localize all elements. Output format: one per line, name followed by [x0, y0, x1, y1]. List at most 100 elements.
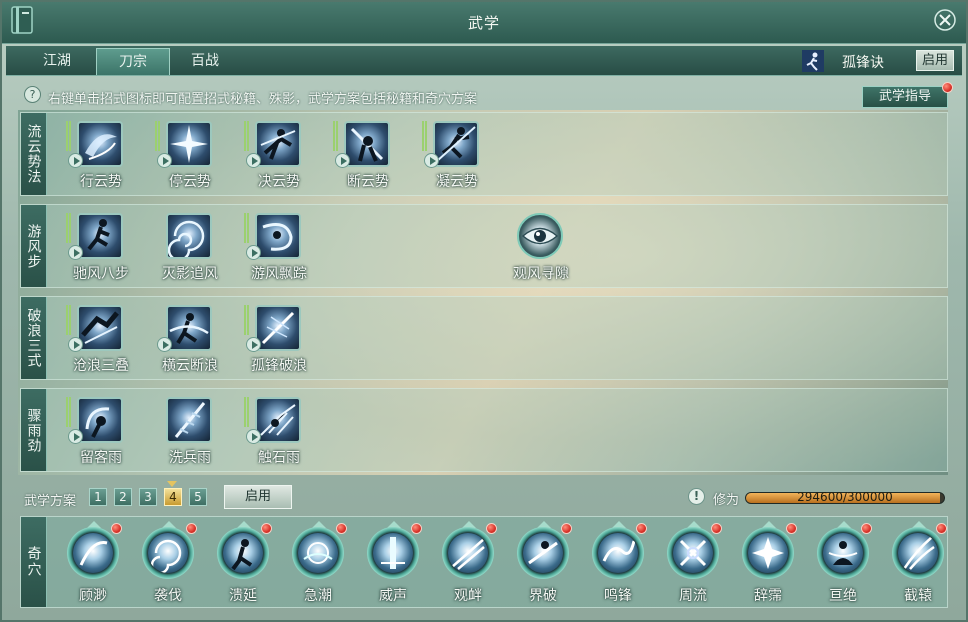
skill-xingyunshi[interactable]: 行云势: [65, 119, 137, 193]
skill-gufengpolang[interactable]: 孤锋破浪: [243, 303, 315, 377]
play-icon[interactable]: [424, 153, 439, 168]
charge-bars: [244, 305, 252, 335]
talent-slot[interactable]: 溃延: [213, 521, 277, 605]
play-icon[interactable]: [335, 153, 350, 168]
talent-slot[interactable]: 袭伐: [138, 521, 202, 605]
skill-chifengbabu[interactable]: 驰风八步: [65, 211, 137, 285]
skill-canglangsandie[interactable]: 沧浪三叠: [65, 303, 137, 377]
talent-slot[interactable]: 截辕: [888, 521, 952, 605]
talent-slot[interactable]: 鸣锋: [588, 521, 652, 605]
notification-dot-icon: [786, 523, 797, 534]
notification-dot-icon: [942, 82, 953, 93]
skill-jueyunshi[interactable]: 决云势: [243, 119, 315, 193]
scheme-button-5[interactable]: 5: [189, 488, 207, 506]
talent-name: 威声: [379, 588, 407, 604]
scheme-button-3[interactable]: 3: [139, 488, 157, 506]
notification-dot-icon: [711, 523, 722, 534]
burst-strike-icon: [166, 121, 212, 167]
hint-text: 右键单击招式图标即可配置招式秘籍、殊影，武学方案包括秘籍和奇穴方案: [48, 92, 478, 107]
play-icon[interactable]: [68, 153, 83, 168]
info-icon[interactable]: !: [688, 488, 705, 505]
talent-name: 周流: [679, 588, 707, 604]
notification-dot-icon: [936, 523, 947, 534]
notification-dot-icon: [186, 523, 197, 534]
style-enable-button[interactable]: 启用: [916, 50, 954, 71]
tab-jianghu[interactable]: 江湖: [20, 48, 94, 75]
charge-bars: [244, 121, 252, 151]
talent-slot[interactable]: 观衅: [438, 521, 502, 605]
talent-slot[interactable]: 威声: [363, 521, 427, 605]
skill-row-liuyun: 流云势法 行云势 停云势 决云势 断云势 凝云势: [20, 112, 948, 196]
question-icon[interactable]: ?: [24, 86, 41, 103]
talent-slot[interactable]: 急潮: [288, 521, 352, 605]
martial-guide-button[interactable]: 武学指导: [862, 86, 948, 108]
eye-icon: [517, 213, 563, 259]
play-icon[interactable]: [246, 245, 261, 260]
title-bar[interactable]: 武学: [2, 2, 966, 44]
scheme-button-4[interactable]: 4: [164, 488, 182, 506]
talent-name: 顾渺: [79, 588, 107, 604]
triple-wave-icon: [77, 305, 123, 351]
row-label: 骤雨劲: [21, 389, 47, 471]
talent-slot[interactable]: 辞霈: [738, 521, 802, 605]
spiral-icon: [148, 533, 188, 573]
scheme-button-1[interactable]: 1: [89, 488, 107, 506]
scheme-selected-marker: [167, 481, 177, 487]
skill-row-polang: 破浪三式 沧浪三叠 横云断浪 孤锋破浪: [20, 296, 948, 380]
tab-baizhan[interactable]: 百战: [168, 48, 242, 75]
storm-icon: [748, 533, 788, 573]
talent-slot[interactable]: 亘绝: [813, 521, 877, 605]
skill-name: 停云势: [169, 174, 211, 190]
skill-name: 断云势: [347, 174, 389, 190]
talent-name: 截辕: [904, 588, 932, 604]
skill-liukeyu[interactable]: 留客雨: [65, 395, 137, 469]
dash-strike-icon: [255, 121, 301, 167]
skill-hengyunduanlang[interactable]: 横云断浪: [154, 303, 226, 377]
talent-name: 辞霈: [754, 588, 782, 604]
crossed-blades-icon: [673, 533, 713, 573]
skill-xibingyu[interactable]: 洗兵雨: [154, 395, 226, 469]
play-icon[interactable]: [68, 429, 83, 444]
talent-name: 观衅: [454, 588, 482, 604]
skill-ningyunshi[interactable]: 凝云势: [421, 119, 493, 193]
play-icon[interactable]: [246, 153, 261, 168]
scheme-enable-button[interactable]: 启用: [224, 485, 292, 509]
skill-name: 洗兵雨: [169, 450, 211, 466]
close-icon[interactable]: [934, 9, 956, 31]
talent-name: 界破: [529, 588, 557, 604]
notification-dot-icon: [861, 523, 872, 534]
skill-guanfengxunxi[interactable]: 观风寻隙: [505, 211, 577, 285]
play-icon[interactable]: [68, 337, 83, 352]
skill-mieyingzhuifeng[interactable]: 灭影追风: [154, 211, 226, 285]
play-icon[interactable]: [157, 337, 172, 352]
skill-tingyunshi[interactable]: 停云势: [154, 119, 226, 193]
talent-slot[interactable]: 界破: [513, 521, 577, 605]
tab-daozong[interactable]: 刀宗: [96, 48, 170, 75]
play-icon[interactable]: [246, 429, 261, 444]
notification-dot-icon: [636, 523, 647, 534]
talent-slot[interactable]: 周流: [663, 521, 727, 605]
window-title: 武学: [467, 14, 500, 32]
notification-dot-icon: [486, 523, 497, 534]
skill-row-youfeng: 游风步 驰风八步 灭影追风 游风飘踪 观风寻隙: [20, 204, 948, 288]
row-label: 破浪三式: [21, 297, 47, 379]
scheme-button-2[interactable]: 2: [114, 488, 132, 506]
vortex-icon: [166, 213, 212, 259]
skill-youfengpiaozong[interactable]: 游风飘踪: [243, 211, 315, 285]
school-style-name: 孤锋诀: [842, 55, 884, 71]
charge-bars: [422, 121, 430, 151]
skill-chushiyu[interactable]: 触石雨: [243, 395, 315, 469]
skill-name: 触石雨: [258, 450, 300, 466]
talent-slot[interactable]: 顾渺: [63, 521, 127, 605]
charge-bars: [66, 397, 74, 427]
shatter-icon: [523, 533, 563, 573]
skill-duanyunshi[interactable]: 断云势: [332, 119, 404, 193]
martial-arts-window: 武学 江湖 刀宗 百战 孤锋诀 启用 ? 右键单击招式图标即可配置招式秘籍、殊影…: [0, 0, 968, 622]
play-icon[interactable]: [157, 153, 172, 168]
claw-slash-icon: [898, 533, 938, 573]
blade-rain-icon: [166, 397, 212, 443]
play-icon[interactable]: [68, 245, 83, 260]
warrior-icon: [223, 533, 263, 573]
play-icon[interactable]: [246, 337, 261, 352]
notification-dot-icon: [261, 523, 272, 534]
